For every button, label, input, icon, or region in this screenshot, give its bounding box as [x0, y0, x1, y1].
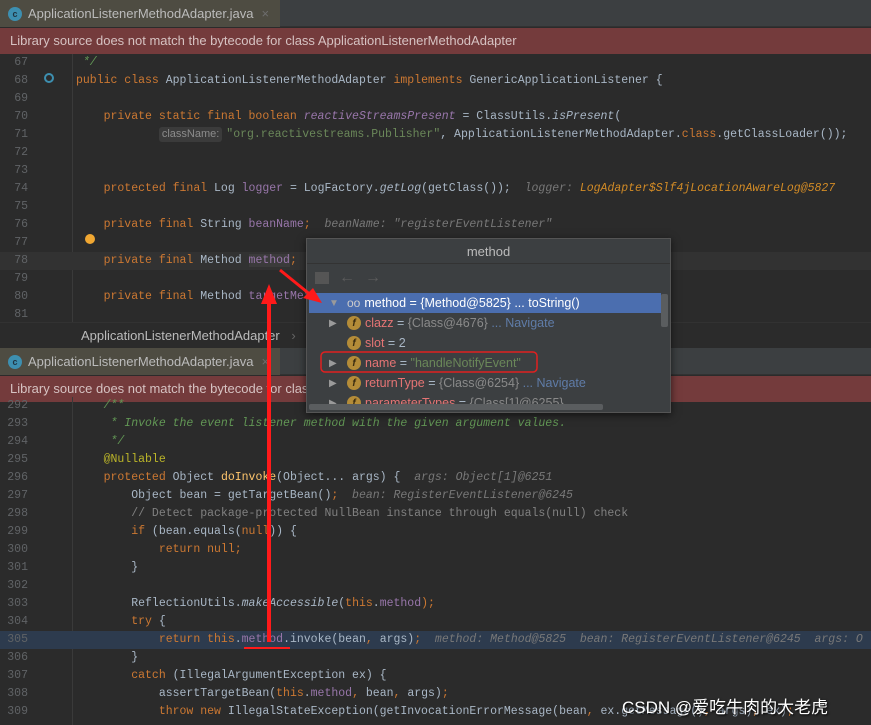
red-arrowhead [261, 284, 277, 304]
red-arrow-diagonal [279, 268, 313, 298]
red-highlight-box [320, 351, 538, 373]
watermark: CSDN @爱吃牛肉的大老虎 [622, 698, 829, 717]
annotation-overlay [244, 268, 538, 649]
